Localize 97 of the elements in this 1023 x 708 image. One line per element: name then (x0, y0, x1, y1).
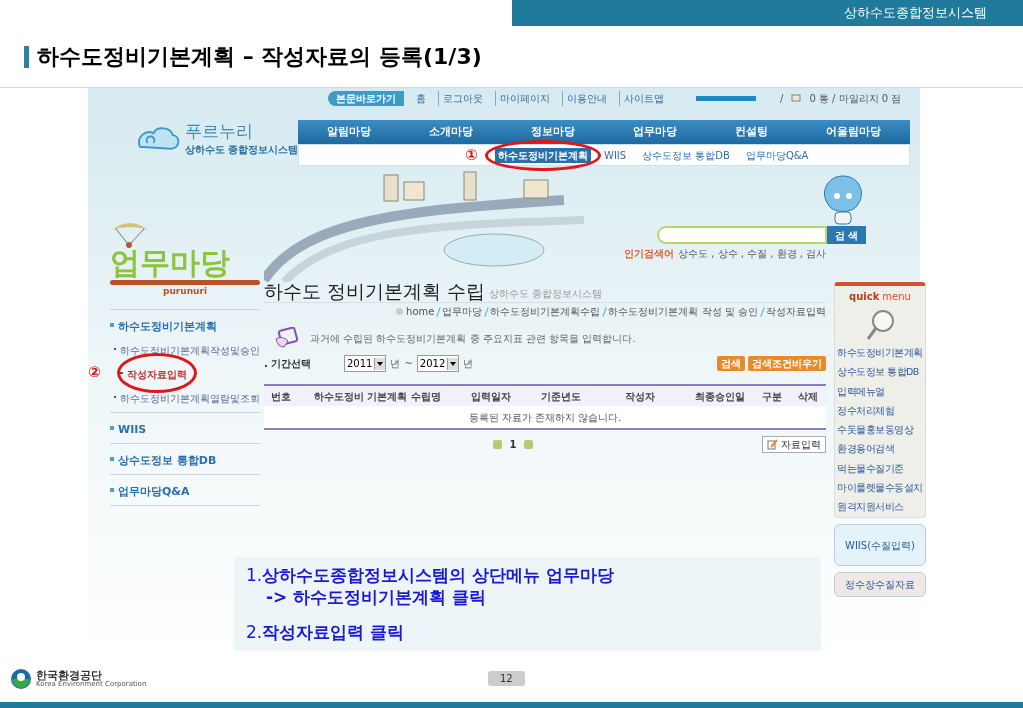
year-unit: 년 (463, 357, 474, 371)
instruction-text: 1.상하수도종합정보시스템의 상단메뉴 업무마당 (246, 565, 616, 587)
column-header: 최종승인일 (693, 389, 746, 404)
nav-item[interactable]: 업무마당 (633, 123, 677, 141)
quick-menu-link[interactable]: 정수처리체험 (837, 403, 894, 418)
subnav-item[interactable]: 상수도정보 통합DB (639, 147, 733, 163)
nav-item[interactable]: 어울림마당 (826, 123, 881, 141)
page-title: 하수도 정비기본계획 수립 (264, 282, 486, 301)
search-field[interactable] (656, 226, 827, 244)
section-subtitle: purunuri (162, 285, 207, 298)
breadcrumb-link[interactable]: 하수도정비기본계획 작성 및 승인 (608, 304, 758, 319)
next-page-icon[interactable] (524, 440, 534, 449)
sidebar-link[interactable]: 상수도정보 통합DB (118, 453, 217, 467)
quick-menu-link[interactable]: 환경용어검색 (837, 442, 894, 457)
utility-link[interactable]: 마이페이지 (495, 90, 554, 106)
nav-item[interactable]: 알림마당 (327, 123, 371, 141)
decor-bar-icon (696, 95, 756, 101)
sidebar-link[interactable]: WIIS (118, 422, 147, 436)
quick-menu-link[interactable]: 상수도정보 통합DB (837, 365, 919, 380)
bullet-icon (110, 322, 114, 327)
dropdown-icon (447, 357, 459, 370)
column-header: 구분 (761, 389, 784, 404)
column-header: 기준년도 (539, 389, 582, 404)
subnav-item[interactable]: 하수도정비기본계획 (495, 147, 591, 163)
quick-menu-link[interactable]: 마이룰렛물수동설치 (837, 480, 923, 495)
empty-message: 등록된 자료가 존재하지 않습니다. (468, 410, 622, 425)
popular-label: 인기검색어 (624, 247, 674, 261)
sidebar-link[interactable]: 하수도정비기본계획열람및조회 (120, 392, 260, 404)
page-title-note: 상하수도 종합정보시스템 (489, 287, 603, 301)
add-data-button[interactable]: 자료입력 (762, 436, 826, 453)
user-status: 0 통 / 마일리지 0 점 (809, 91, 902, 106)
org-logo-icon (10, 667, 32, 690)
column-header: 입력일자 (470, 389, 513, 404)
quick-banner[interactable]: 정수장수질자료 (834, 572, 926, 598)
section-title: 업무마당 (110, 248, 231, 278)
quick-menu-link[interactable]: 입력메뉴얼 (837, 384, 885, 399)
period-label: . 기간선택 (264, 357, 313, 371)
step-marker: ② (88, 365, 101, 380)
org-name: 한국환경공단 (36, 669, 102, 681)
bullet-icon (110, 425, 114, 430)
title-bar-icon (24, 45, 29, 68)
bullet-icon (110, 487, 114, 492)
search-button[interactable]: 검 색 (826, 226, 866, 244)
quick-menu-link[interactable]: 하수도정비기본계획 (837, 346, 923, 361)
sidebar-link[interactable]: 업무마당Q&A (118, 484, 190, 498)
utility-link[interactable]: 사이트맵 (619, 90, 668, 106)
paraglider-drawing (110, 220, 150, 248)
step-marker: ① (465, 147, 478, 163)
instruction-text: 2.작성자료입력 클릭 (246, 621, 406, 643)
subnav-item[interactable]: 업무마당Q&A (742, 147, 812, 163)
separator: / (780, 91, 784, 106)
magnifier-icon (865, 309, 895, 341)
pencil-icon (767, 439, 778, 450)
breadcrumb-link[interactable]: 하수도정비기본계획수립 (490, 304, 601, 319)
instruction-text: -> 하수도정비기본계획 클릭 (265, 586, 488, 608)
year-select[interactable]: 2012 (416, 355, 460, 372)
bullet-icon (118, 371, 123, 374)
subnav-item[interactable]: WIIS (601, 147, 630, 163)
range-separator: ~ (404, 357, 413, 371)
column-header: 하수도정비 기본계획 수립명 (312, 389, 442, 404)
page-number-label: 12 (488, 671, 525, 686)
utility-link[interactable]: 홈 (412, 90, 430, 106)
utility-link[interactable]: 이용안내 (562, 90, 611, 106)
nav-item[interactable]: 정보마당 (531, 123, 575, 141)
sidebar-link[interactable]: 하수도정비기본계획 (118, 319, 217, 333)
system-name: 상하수도종합정보시스템 (844, 4, 987, 23)
logo-name: 푸르누리 (184, 120, 254, 143)
previous-page-icon[interactable] (492, 440, 502, 449)
logo-subtitle: 상하수도 종합정보시스템 (184, 143, 298, 158)
skip-link[interactable]: 본문바로가기 (328, 90, 404, 106)
page-number[interactable]: 1 (509, 437, 517, 452)
breadcrumb-link[interactable]: 작성자료입력 (766, 304, 826, 319)
envelope-icon (791, 93, 802, 103)
slide-title: 하수도정비기본계획 – 작성자료의 등록(1/3) (37, 43, 482, 71)
nav-item[interactable]: 소개마당 (429, 123, 473, 141)
quick-menu-link[interactable]: 원격지원서비스 (837, 500, 904, 515)
sidebar-link[interactable]: 하수도정비기본계획작성및승인 (120, 344, 260, 356)
column-header: 삭제 (797, 389, 820, 404)
popular-terms[interactable]: 상수도 , 상수 , 수질 , 환경 , 검사 (678, 246, 827, 261)
year-select[interactable]: 2011 (344, 355, 387, 372)
quick-menu-link[interactable]: 먹는물수질기준 (837, 461, 904, 476)
breadcrumb-link[interactable]: 업무마당 (442, 304, 483, 319)
quick-menu-link[interactable]: 수돗물홍보동영상 (837, 423, 913, 438)
year-unit: 년 (390, 357, 401, 371)
bullet-icon (110, 456, 114, 461)
utility-link[interactable]: 로그아웃 (438, 90, 487, 106)
column-header: 작성자 (624, 389, 657, 404)
breadcrumb-link[interactable]: home (406, 304, 435, 319)
nav-item[interactable]: 컨설팅 (735, 123, 768, 141)
quick-menu-title: quick (849, 290, 880, 304)
description-text: 과거에 수립된 하수도정비기본계획 중 주요지표 관련 항목을 입력합니다. (310, 331, 636, 346)
dropdown-icon (374, 357, 386, 370)
hand-note-icon (274, 327, 300, 349)
quick-banner[interactable]: WIIS(수질입력) (834, 524, 926, 567)
sidebar-link[interactable]: 작성자료입력 (127, 368, 187, 380)
quick-menu-title-suffix: menu (882, 290, 911, 304)
column-header: 번호 (269, 389, 292, 404)
